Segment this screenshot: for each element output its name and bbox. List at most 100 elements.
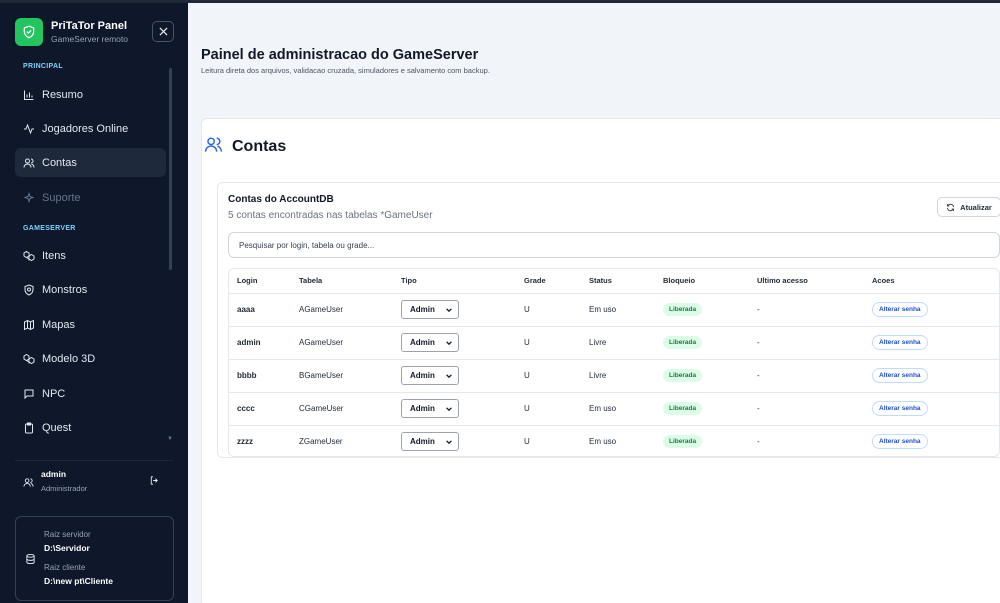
page-title: Painel de administracao do GameServer [201,47,479,63]
tipo-select[interactable]: Admin [401,399,459,418]
acoes-cell: Alterar senha [872,392,999,426]
status-cell: Em uso [589,293,663,327]
grade-cell: U [524,326,589,360]
boxes-icon [23,250,35,262]
tipo-select[interactable]: Admin [401,366,459,385]
sidebar-item-label: Mapas [42,318,76,331]
tabela-cell: AGameUser [299,293,401,327]
user-role: Administrador [41,484,88,493]
status-badge: Liberada [663,369,703,382]
ultimo-acesso-cell: - [757,326,872,360]
sidebar-item-label: Jogadores Online [42,122,129,135]
status-cell: Livre [589,326,663,360]
status-cell: Em uso [589,437,617,447]
sidebar-item-label: Resumo [42,88,83,101]
status-badge: Liberada [663,435,703,449]
grade-cell: U [524,437,530,447]
ultimo-acesso-cell: - [757,437,760,447]
bloqueio-cell: Liberada [663,326,757,360]
accounts-table: Login Tabela Tipo Grade Status Bloqueio … [228,268,1000,457]
boxes-icon [23,353,35,365]
users-icon [23,157,35,169]
sidebar-item-quest[interactable]: Quest [15,413,166,442]
section-label-gameserver: GAMESERVER [23,225,76,232]
column-header-status[interactable]: Status [589,269,663,294]
sidebar-item-contas[interactable]: Contas [15,148,166,177]
sidebar-item-suporte[interactable]: Suporte [15,183,166,212]
window-top-border [0,0,1000,3]
shield-icon [23,283,35,296]
message-icon [23,388,35,400]
chevron-down-icon [446,373,452,378]
status-badge: Liberada [663,402,703,415]
column-header-bloqueio[interactable]: Bloqueio [663,269,757,294]
status-cell: Livre [589,359,663,393]
tipo-cell: Admin [401,392,524,426]
tipo-value: Admin [410,404,435,413]
sidebar-item-label: Quest [42,421,72,434]
bloqueio-cell: Liberada [663,359,757,393]
sidebar-item-jogadores-online[interactable]: Jogadores Online [15,114,166,143]
acoes-cell: Alterar senha [872,425,999,456]
brand-subtitle: GameServer remoto [51,33,128,44]
login-cell: cccc [229,392,299,426]
column-header-acoes[interactable]: Acoes [872,269,999,294]
grade-cell: U [524,392,589,426]
tipo-select[interactable]: Admin [401,432,459,452]
sidebar-item-label: Monstros [42,283,88,296]
scroll-down-arrow-icon[interactable]: ▼ [167,436,173,442]
sidebar-item-itens[interactable]: Itens [15,241,166,270]
user-icon [23,475,34,493]
close-sidebar-button[interactable] [152,21,174,42]
ultimo-acesso-cell: - [757,392,872,426]
sidebar-item-resumo[interactable]: Resumo [15,80,166,109]
sidebar-item-monstros[interactable]: Monstros [15,275,166,304]
change-password-button[interactable]: Alterar senha [872,368,928,383]
column-header-grade[interactable]: Grade [524,269,589,294]
tipo-select[interactable]: Admin [401,300,459,319]
column-header-tipo[interactable]: Tipo [401,269,524,294]
grade-cell: U [524,293,589,327]
sidebar-scrollbar[interactable] [169,68,172,270]
status-badge: Liberada [663,303,703,316]
chevron-down-icon [446,440,452,444]
brand: PriTaTor Panel GameServer remoto [15,18,128,46]
bar-chart-icon [23,89,35,101]
sidebar-item-npc[interactable]: NPC [15,379,166,408]
chevron-down-icon [446,406,452,411]
brand-title: PriTaTor Panel [51,19,128,32]
refresh-icon [947,203,955,211]
map-icon [23,319,35,331]
bloqueio-cell: Liberada [663,293,757,327]
acoes-cell: Alterar senha [872,359,999,393]
refresh-button[interactable]: Atualizar [937,197,1000,217]
change-password-button[interactable]: Alterar senha [872,401,928,416]
tipo-select[interactable]: Admin [401,333,459,352]
login-cell: admin [229,326,299,360]
sidebar-item-modelo-3d[interactable]: Modelo 3D [15,344,166,373]
chevron-down-icon [446,340,452,345]
tipo-cell: Admin [401,359,524,393]
sidebar-item-label: Modelo 3D [42,352,96,365]
logout-icon[interactable] [149,473,160,491]
ultimo-acesso-cell: - [757,293,872,327]
tipo-value: Admin [410,305,435,314]
change-password-button[interactable]: Alterar senha [872,434,928,450]
status-cell: Em uso [589,392,663,426]
client-root-value: D:\new pt\Cliente [44,576,113,586]
panel-title: Contas do AccountDB [228,194,334,205]
panel-subtitle: 5 contas encontradas nas tabelas *GameUs… [228,210,433,221]
tabela-cell: BGameUser [299,359,401,393]
sidebar-item-mapas[interactable]: Mapas [15,310,166,339]
column-header-login[interactable]: Login [229,269,299,294]
status-badge: Liberada [663,336,703,349]
table-row: bbbb BGameUser Admin U Livre Liberada - … [229,359,999,393]
search-input[interactable] [228,232,1000,258]
server-root-label: Raiz servidor [44,530,91,539]
user-profile: admin Administrador [23,468,163,498]
change-password-button[interactable]: Alterar senha [872,302,928,317]
section-label-principal: PRINCIPAL [23,63,63,70]
column-header-ultimo-acesso[interactable]: Ultimo acesso [757,269,872,294]
column-header-tabela[interactable]: Tabela [299,269,401,294]
change-password-button[interactable]: Alterar senha [872,335,928,350]
